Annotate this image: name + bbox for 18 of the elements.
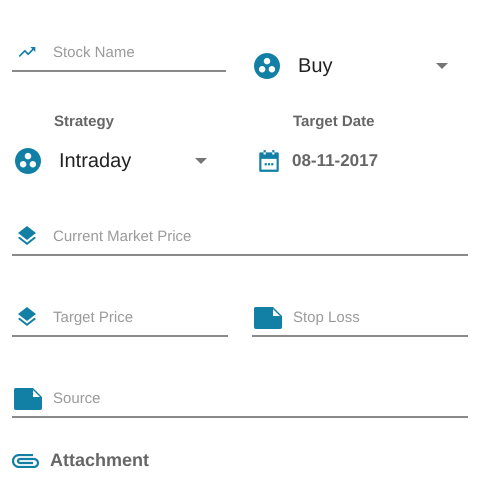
- caret-icon: [195, 158, 207, 164]
- target-price-field[interactable]: Target Price: [12, 305, 228, 337]
- stop-loss-field[interactable]: Stop Loss: [252, 305, 468, 337]
- target-date-label: Target Date: [293, 113, 374, 130]
- side-select[interactable]: Buy: [250, 51, 468, 81]
- target-date-value[interactable]: 08-11-2017: [292, 151, 378, 171]
- stock-name-field[interactable]: Stock Name: [12, 40, 226, 72]
- paperclip-icon: [12, 454, 40, 468]
- attachment-label[interactable]: Attachment: [50, 450, 150, 471]
- strategy-select[interactable]: Intraday: [12, 146, 227, 176]
- caret-icon: [436, 63, 448, 69]
- note-icon: [254, 307, 282, 329]
- source-field[interactable]: Source: [12, 386, 468, 418]
- strategy-label: Strategy: [54, 113, 114, 130]
- current-market-price-field[interactable]: Current Market Price: [12, 224, 468, 256]
- circle-dots-icon: [254, 53, 280, 79]
- note-icon: [14, 388, 42, 410]
- circle-dots-icon: [15, 148, 41, 174]
